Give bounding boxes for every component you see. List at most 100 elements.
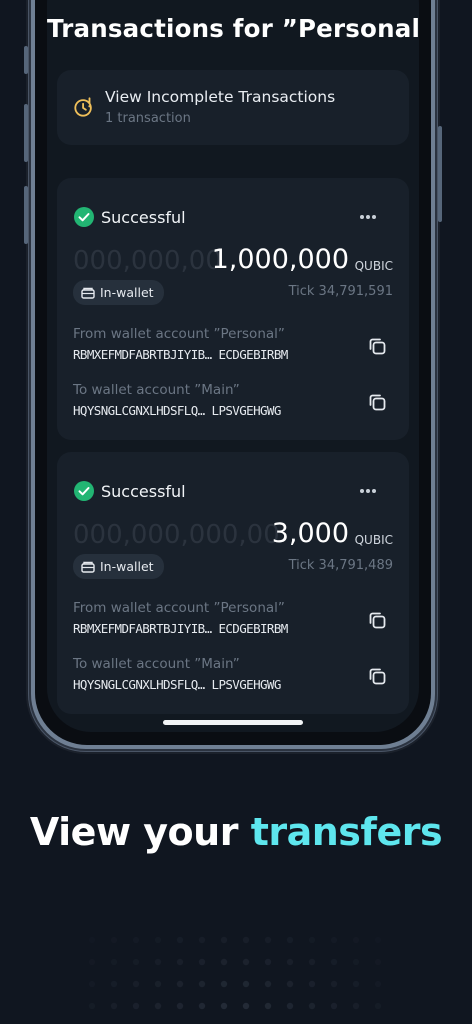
clock-warning-icon — [74, 97, 92, 117]
marketing-tagline: View your transfers — [0, 810, 472, 854]
amount-unit: QUBIC — [354, 533, 393, 547]
amount-row: 000,000,000,00 3,000 QUBIC — [73, 518, 393, 552]
from-account-address: RBMXEFMDFABRTBJIYIB… ECDGEBIRBM — [73, 621, 288, 636]
decorative-dot — [110, 958, 118, 966]
decorative-dot — [154, 980, 162, 988]
decorative-dot — [286, 1002, 294, 1010]
decorative-dot — [330, 958, 338, 966]
decorative-dot — [132, 936, 140, 944]
decorative-dot — [220, 936, 228, 944]
decorative-dot — [110, 980, 118, 988]
copy-icon[interactable] — [367, 392, 387, 412]
decorative-dot — [352, 936, 360, 944]
from-account-label: From wallet account ”Personal” — [73, 600, 285, 616]
decorative-dot — [198, 1002, 206, 1010]
decorative-dot — [352, 1002, 360, 1010]
more-horizontal-icon[interactable] — [359, 214, 377, 220]
decorative-dot — [88, 1002, 96, 1010]
decorative-dot — [264, 1002, 272, 1010]
decorative-dot — [176, 980, 184, 988]
tagline-accent: transfers — [250, 810, 443, 854]
decorative-dot — [330, 1002, 338, 1010]
amount-placeholder-digits: 000,000,00 — [73, 246, 222, 276]
to-account-address: HQYSNGLCGNXLHDSFLQ… LPSVGEHGWG — [73, 403, 281, 418]
decorative-dot — [220, 980, 228, 988]
incomplete-transactions-button[interactable]: View Incomplete Transactions 1 transacti… — [57, 70, 409, 145]
in-wallet-badge: In-wallet — [73, 554, 164, 579]
badge-label: In-wallet — [100, 285, 154, 300]
decorative-dot — [88, 980, 96, 988]
decorative-dot — [264, 980, 272, 988]
decorative-dot — [264, 958, 272, 966]
badge-label: In-wallet — [100, 559, 154, 574]
decorative-dot — [330, 936, 338, 944]
check-circle-icon — [74, 207, 94, 227]
decorative-dot — [132, 958, 140, 966]
decorative-dot — [198, 936, 206, 944]
decorative-dot — [286, 980, 294, 988]
decorative-dot — [374, 980, 382, 988]
decorative-dot — [374, 1002, 382, 1010]
from-account-address: RBMXEFMDFABRTBJIYIB… ECDGEBIRBM — [73, 347, 288, 362]
status-text: Successful — [101, 208, 186, 227]
status-text: Successful — [101, 482, 186, 501]
to-account-label: To wallet account ”Main” — [73, 656, 240, 672]
decorative-dot — [308, 936, 316, 944]
amount-placeholder-digits: 000,000,000,00 — [73, 520, 279, 550]
decorative-dot — [375, 937, 381, 943]
decorative-dot — [220, 958, 228, 966]
decorative-dot — [132, 1002, 140, 1010]
tick-number: Tick 34,791,489 — [288, 558, 393, 573]
decorative-dot — [198, 980, 206, 988]
decorative-dot — [374, 958, 382, 966]
phone-volume-up-button — [24, 104, 28, 162]
amount-value: 1,000,000 — [211, 244, 349, 275]
decorative-dot — [176, 1002, 184, 1010]
to-account-label: To wallet account ”Main” — [73, 382, 240, 398]
decorative-dot — [132, 980, 140, 988]
decorative-dot — [176, 958, 184, 966]
phone-power-button — [438, 126, 442, 222]
decorative-dot — [242, 958, 250, 966]
from-account-label: From wallet account ”Personal” — [73, 326, 285, 342]
check-circle-icon — [74, 481, 94, 501]
transaction-card[interactable]: Successful 000,000,00 1,000,000 QUBIC In… — [57, 178, 409, 440]
phone-screen: Transactions for ”Personal” View Incompl… — [47, 0, 419, 732]
incomplete-count: 1 transaction — [105, 111, 191, 126]
decorative-dot — [330, 980, 338, 988]
wallet-icon — [81, 561, 95, 573]
decorative-dot — [154, 936, 162, 944]
screen-content: Transactions for ”Personal” View Incompl… — [47, 0, 419, 732]
incomplete-title: View Incomplete Transactions — [105, 88, 336, 106]
decorative-dot — [89, 937, 95, 943]
decorative-dot — [154, 958, 162, 966]
decorative-dot — [286, 958, 294, 966]
copy-icon[interactable] — [367, 336, 387, 356]
transaction-card[interactable]: Successful 000,000,000,00 3,000 QUBIC In… — [57, 452, 409, 714]
decorative-dot — [352, 958, 360, 966]
phone-volume-down-button — [24, 186, 28, 244]
tick-number: Tick 34,791,591 — [288, 284, 393, 299]
decorative-dot — [154, 1002, 162, 1010]
decorative-dot — [352, 980, 360, 988]
copy-icon[interactable] — [367, 666, 387, 686]
decorative-dot — [110, 936, 118, 944]
decorative-dot — [308, 980, 316, 988]
decorative-dot — [242, 1002, 250, 1010]
decorative-dot — [198, 958, 206, 966]
home-indicator[interactable] — [163, 720, 303, 725]
decorative-dot — [242, 980, 250, 988]
more-horizontal-icon[interactable] — [359, 488, 377, 494]
decorative-dot — [286, 936, 294, 944]
decorative-dot — [176, 936, 184, 944]
amount-value: 3,000 — [271, 518, 349, 549]
page-title: Transactions for ”Personal” — [47, 14, 419, 43]
decorative-dot — [88, 958, 96, 966]
decorative-dot — [110, 1002, 118, 1010]
decorative-dot — [308, 1002, 316, 1010]
copy-icon[interactable] — [367, 610, 387, 630]
decorative-dot — [220, 1002, 228, 1010]
decorative-dot — [308, 958, 316, 966]
amount-unit: QUBIC — [354, 259, 393, 273]
phone-mute-switch — [24, 46, 28, 74]
